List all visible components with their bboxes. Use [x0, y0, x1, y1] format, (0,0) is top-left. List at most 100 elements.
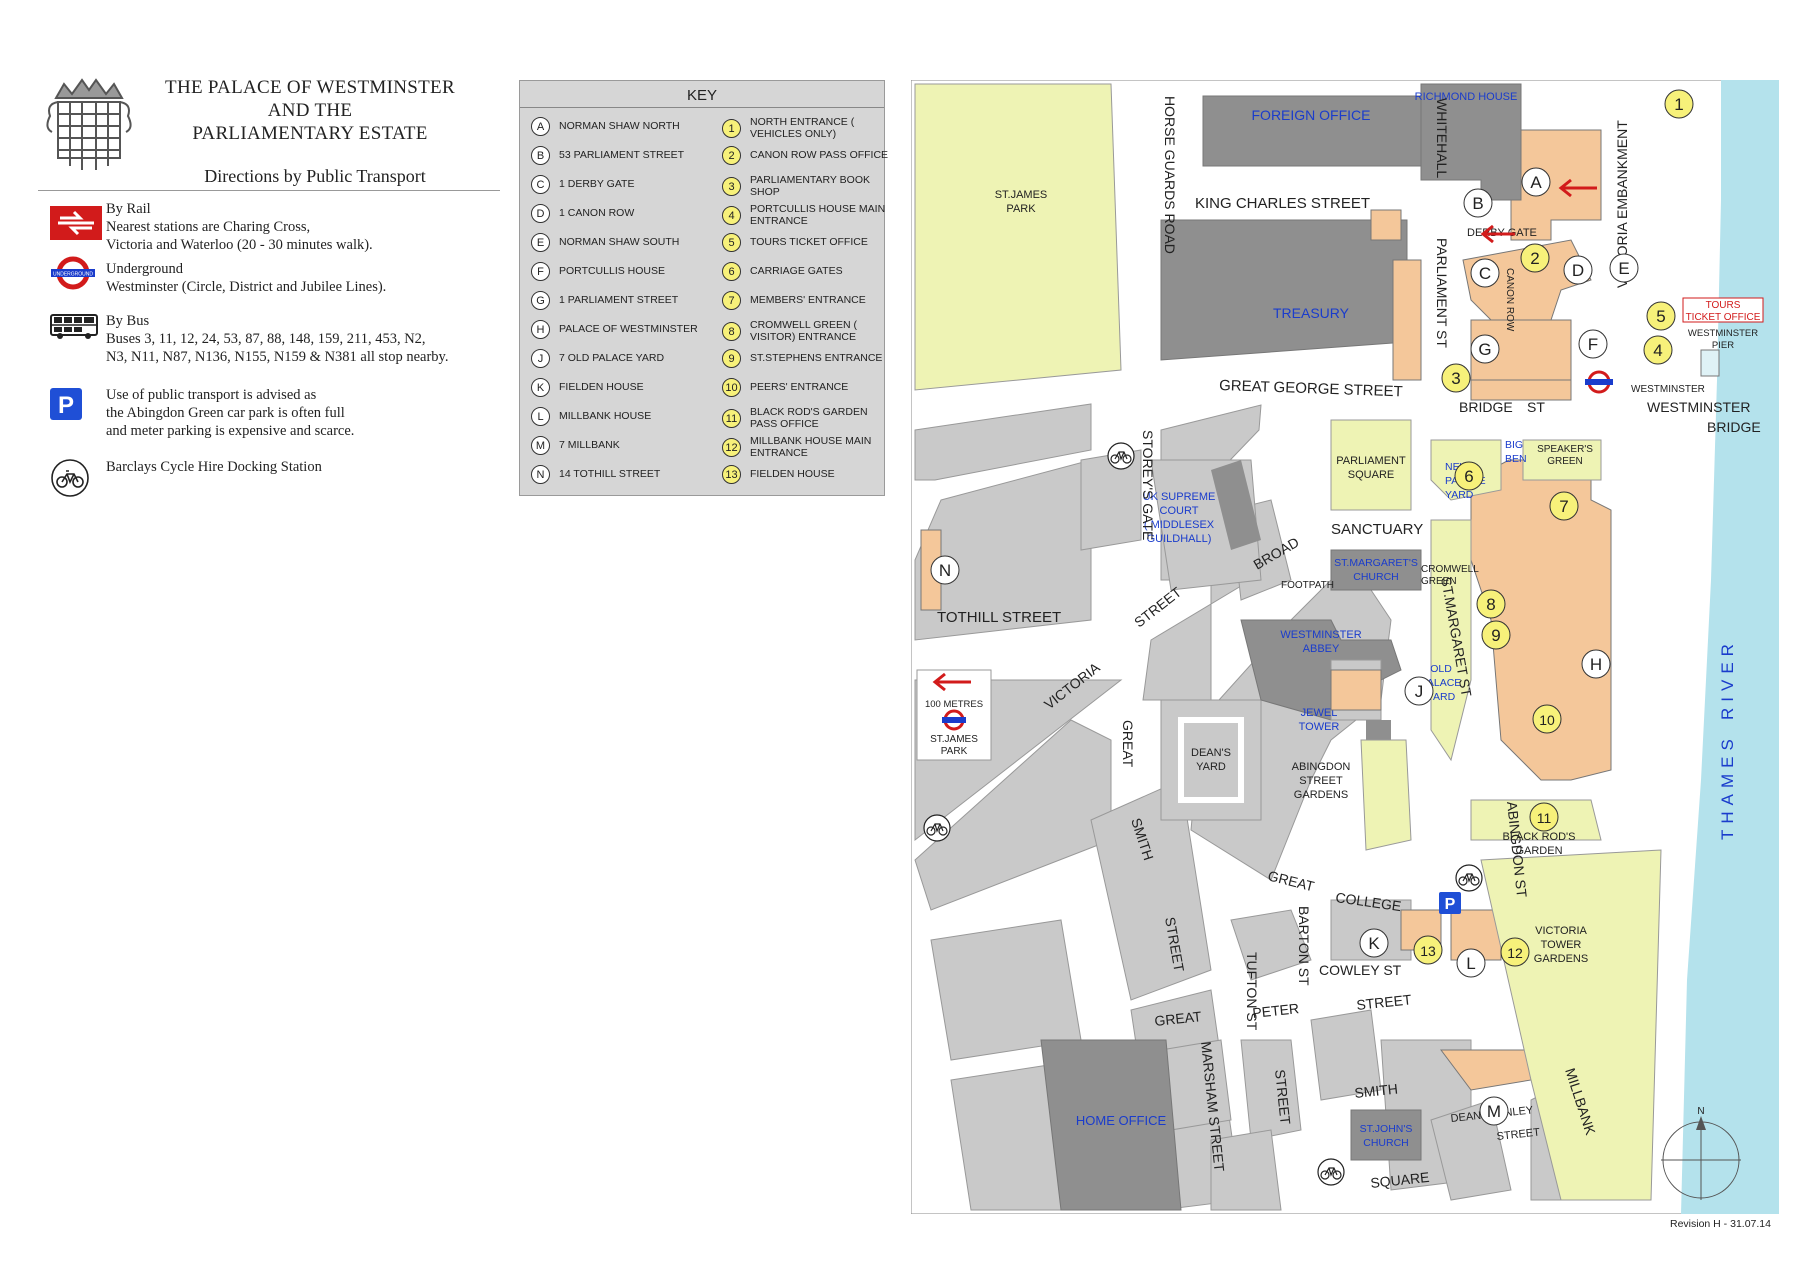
key-badge: 7	[722, 291, 741, 310]
title-line: THE PALACE OF WESTMINSTER	[165, 77, 455, 98]
street-label: TOTHILL STREET	[937, 609, 1061, 626]
st-johns-label: ST.JOHN'S	[1360, 1123, 1413, 1135]
key-badge: J	[531, 349, 550, 368]
roundel-text: UNDERGROUND	[53, 272, 93, 278]
street-label: KING CHARLES STREET	[1195, 195, 1370, 212]
key-label: FIELDEN HOUSE	[750, 467, 835, 480]
key-badge: 1	[722, 119, 741, 138]
bus-text: Buses 3, 11, 12, 24, 53, 87, 88, 148, 15…	[106, 331, 426, 347]
key-badge: 4	[722, 206, 741, 225]
map-marker-label: 3	[1451, 369, 1460, 388]
key-label: MEMBERS' ENTRANCE	[750, 293, 866, 306]
key-badge: 9	[722, 349, 741, 368]
key-label: NORMAN SHAW SOUTH	[559, 235, 680, 248]
map-marker-label: 4	[1653, 341, 1662, 360]
park-label: ST.JAMES	[995, 189, 1048, 201]
abingdon-gardens-label: STREET	[1299, 775, 1343, 787]
key-item: 11 BLACK ROD'S GARDEN PASS OFFICE	[722, 406, 890, 430]
map-marker-label: 9	[1491, 626, 1500, 645]
victoria-tower-gardens-label: TOWER	[1541, 939, 1582, 951]
map-marker-label: 11	[1537, 810, 1552, 826]
street-label: WESTMINSTER	[1647, 399, 1750, 415]
abbey-label: ABBEY	[1303, 643, 1340, 655]
westminster-pier-label: WESTMINSTER	[1688, 328, 1758, 339]
key-item: 9 ST.STEPHENS ENTRANCE	[722, 349, 890, 368]
key-label: 7 MILLBANK	[559, 438, 620, 451]
speakers-green-label: SPEAKER'S	[1537, 444, 1593, 455]
new-palace-yard-label: YARD	[1445, 489, 1474, 501]
street-label: HORSE GUARDS ROAD	[1162, 96, 1178, 254]
church-label: ST.MARGARET'S	[1334, 557, 1418, 569]
river-label: RIVER	[1718, 638, 1737, 720]
key-label: CARRIAGE GATES	[750, 264, 843, 277]
abbey-label: WESTMINSTER	[1280, 629, 1361, 641]
home-office-label: HOME OFFICE	[1076, 1113, 1167, 1128]
map-marker-label: G	[1478, 340, 1491, 359]
key-item: M 7 MILLBANK	[531, 436, 699, 455]
map-marker-label: D	[1572, 261, 1584, 280]
key-item: J 7 OLD PALACE YARD	[531, 349, 699, 368]
map-marker-label: L	[1466, 954, 1475, 973]
street-label: GREAT	[1120, 720, 1136, 768]
key-title: KEY	[686, 87, 717, 104]
divider	[520, 107, 884, 108]
key-item: 4 PORTCULLIS HOUSE MAIN ENTRANCE	[722, 203, 890, 227]
map-marker-label: 2	[1530, 249, 1539, 268]
key-label: FIELDEN HOUSE	[559, 380, 644, 393]
underground-text: Westminster (Circle, District and Jubile…	[106, 279, 387, 295]
key-label: 7 OLD PALACE YARD	[559, 351, 665, 364]
st-james-park	[914, 83, 1122, 391]
key-badge: K	[531, 378, 550, 397]
cycle-hire-icon	[1107, 442, 1135, 470]
street-label: BRIDGE	[1459, 399, 1513, 415]
rail-text: Victoria and Waterloo (20 - 30 minutes w…	[106, 237, 373, 253]
key-item: 6 CARRIAGE GATES	[722, 262, 890, 281]
richmond-house-label-text: RICHMOND HOUSE	[1415, 91, 1518, 103]
key-label: TOURS TICKET OFFICE	[750, 235, 868, 248]
map-marker-label: K	[1368, 934, 1380, 953]
westminster-pier	[1700, 349, 1720, 377]
key-label: MILLBANK HOUSE MAIN ENTRANCE	[750, 435, 872, 459]
key-badge: 13	[722, 465, 741, 484]
key-badge: 6	[722, 262, 741, 281]
key-label: 1 DERBY GATE	[559, 177, 635, 190]
map-key-panel: KEY A NORMAN SHAW NORTH B 53 PARLIAMENT STR…	[519, 80, 888, 496]
key-label: BLACK ROD'S GARDEN PASS OFFICE	[750, 406, 868, 430]
key-item: H PALACE OF WESTMINSTER	[531, 320, 699, 339]
cromwell-green-label: CROMWELL	[1421, 564, 1479, 575]
abingdon-gardens	[1360, 739, 1412, 851]
victoria-tower-gardens-label: VICTORIA	[1535, 925, 1587, 937]
map-marker-label: 10	[1539, 712, 1555, 728]
key-item: L MILLBANK HOUSE	[531, 407, 699, 426]
park-label: PARK	[1006, 203, 1036, 215]
key-badge: 12	[722, 438, 741, 457]
parking-text: Use of public transport is advised as	[106, 387, 317, 403]
st-margarets-church	[1330, 549, 1422, 591]
map-marker-label: N	[939, 561, 951, 580]
treasury-building	[1160, 219, 1408, 361]
key-item: 2 CANON ROW PASS OFFICE	[722, 146, 890, 165]
key-label: 1 PARLIAMENT STREET	[559, 293, 679, 306]
key-badge: L	[531, 407, 550, 426]
key-item: 12 MILLBANK HOUSE MAIN ENTRANCE	[722, 435, 890, 459]
st-johns-church	[1350, 1109, 1422, 1161]
key-item: 3 PARLIAMENTARY BOOK SHOP	[722, 174, 890, 198]
westminster-pier-label: PIER	[1712, 340, 1734, 351]
key-label: CROMWELL GREEN ( VISITOR) ENTRANCE	[750, 319, 857, 343]
bus-heading: By Bus	[106, 313, 150, 329]
key-item: 7 MEMBERS' ENTRANCE	[722, 291, 890, 310]
map-marker-label: 13	[1420, 943, 1436, 959]
cycle-hire-icon	[51, 459, 89, 497]
key-badge: 10	[722, 378, 741, 397]
key-item: E NORMAN SHAW SOUTH	[531, 233, 699, 252]
map-marker-label: H	[1590, 655, 1602, 674]
map-marker-label: 7	[1559, 497, 1568, 516]
abingdon-gardens-label: GARDENS	[1294, 789, 1348, 801]
richmond-house-label: RICHMOND HOUSE	[1415, 91, 1518, 103]
parking-letter: P	[58, 392, 74, 419]
key-item: F PORTCULLIS HOUSE	[531, 262, 699, 281]
key-badge: 2	[722, 146, 741, 165]
key-badge: C	[531, 175, 550, 194]
key-label: PORTCULLIS HOUSE MAIN ENTRANCE	[750, 203, 886, 227]
supreme-court-label: COURT	[1160, 505, 1199, 517]
